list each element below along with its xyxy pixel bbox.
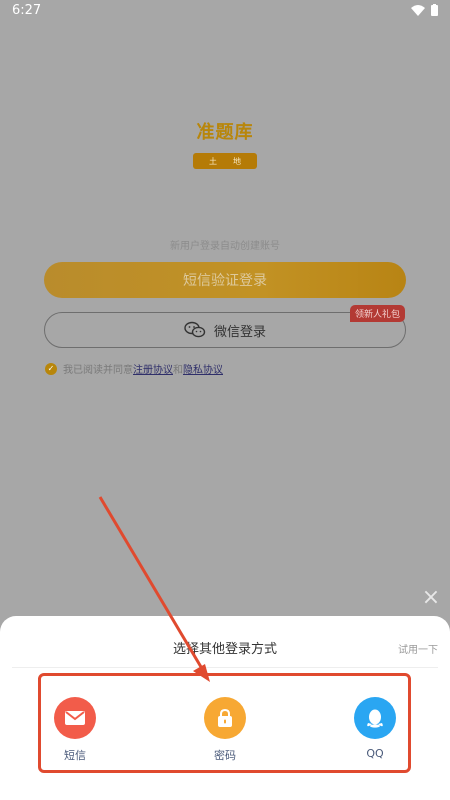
agreement-text: 我已阅读并同意注册协议和隐私协议: [63, 361, 223, 376]
badge-right-text: 地: [233, 156, 241, 166]
login-hint: 新用户登录自动创建账号: [170, 241, 280, 252]
sms-login-button[interactable]: 短信验证登录: [44, 262, 406, 298]
register-agreement-link[interactable]: 注册协议: [133, 365, 173, 376]
qq-option-label: QQ: [366, 747, 384, 760]
new-user-gift-badge: 领新人礼包: [350, 305, 406, 322]
badge-left-text: 土: [209, 156, 217, 166]
subject-badge: 土 地: [193, 153, 257, 169]
mail-icon: [54, 697, 96, 739]
sheet-title: 选择其他登录方式: [172, 642, 277, 657]
password-option-label: 密码: [214, 749, 236, 762]
agreement-checkbox[interactable]: ✓: [45, 362, 57, 375]
app-logo: 准题库 土 地: [0, 118, 450, 169]
try-it-link[interactable]: 试用一下: [398, 641, 438, 656]
status-time: 6:27: [12, 3, 42, 18]
wechat-icon: [184, 321, 206, 338]
app-title: 准题库: [196, 122, 254, 143]
sms-login-option[interactable]: 短信: [45, 697, 105, 763]
agreement-and: 和: [173, 365, 183, 376]
agreement-row: ✓ 我已阅读并同意注册协议和隐私协议: [45, 361, 223, 376]
close-icon[interactable]: ×: [421, 587, 441, 609]
sms-option-label: 短信: [64, 749, 86, 762]
qq-login-option[interactable]: QQ: [345, 697, 405, 760]
agreement-prefix: 我已阅读并同意: [63, 365, 133, 376]
battery-icon: [431, 4, 438, 16]
wechat-login-label: 微信登录: [213, 324, 266, 340]
lock-icon: [204, 697, 246, 739]
status-bar: 6:27: [0, 0, 450, 22]
qq-penguin-icon: [354, 697, 396, 739]
privacy-agreement-link[interactable]: 隐私协议: [183, 365, 223, 376]
sms-login-label: 短信验证登录: [183, 273, 267, 289]
wifi-icon: [411, 4, 425, 16]
divider: [12, 667, 438, 668]
status-icons: [411, 4, 438, 16]
password-login-option[interactable]: 密码: [195, 697, 255, 763]
